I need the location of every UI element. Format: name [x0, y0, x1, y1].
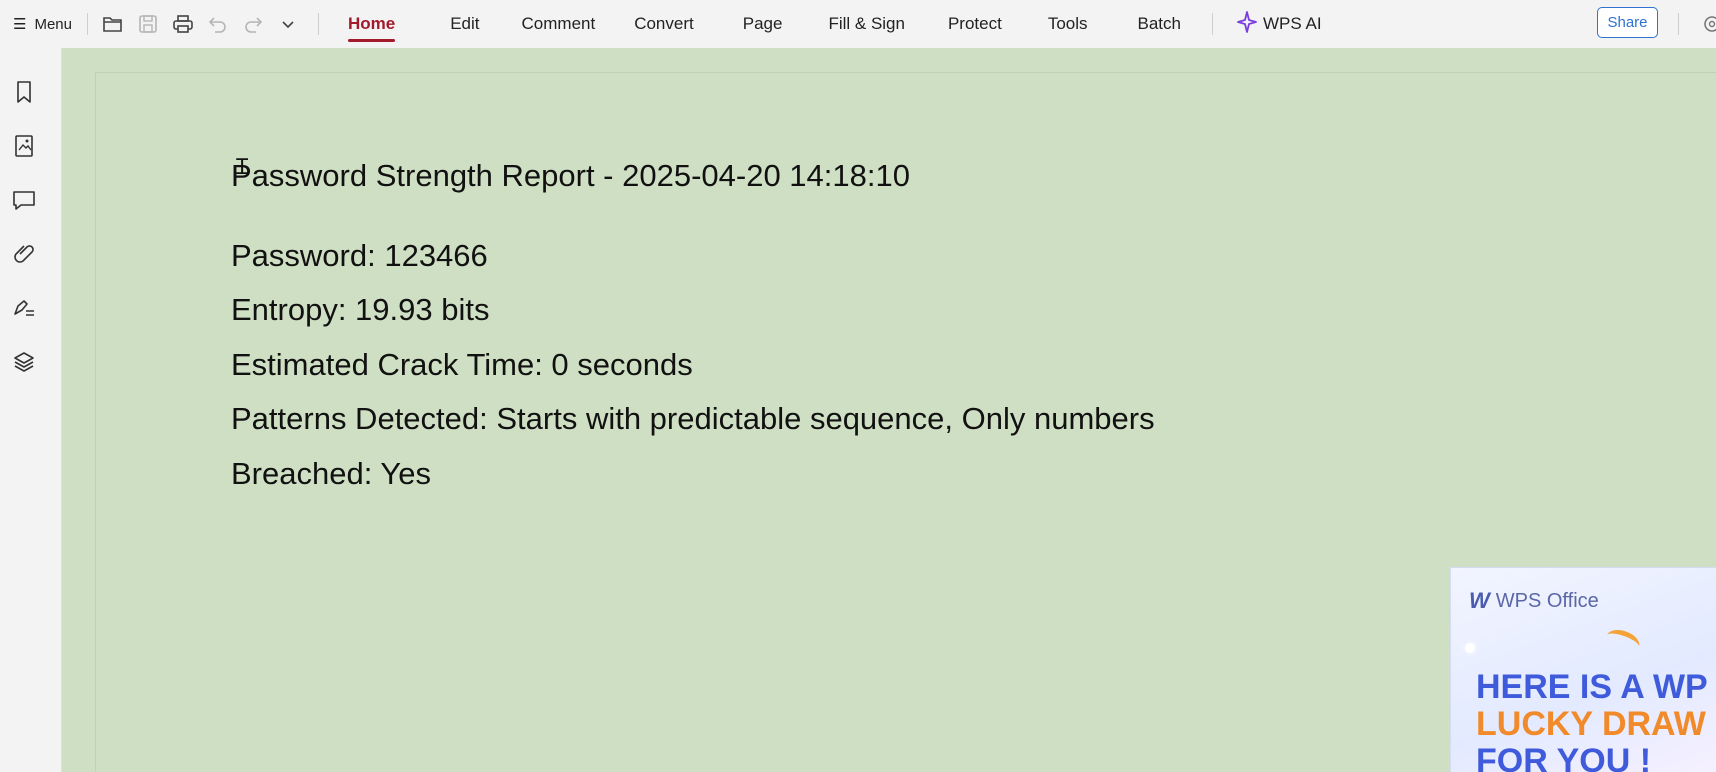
tab-edit[interactable]: Edit	[450, 0, 479, 48]
report-line-crack-time: Estimated Crack Time: 0 seconds	[231, 347, 693, 382]
open-folder-icon[interactable]	[96, 0, 131, 48]
toolbar-divider	[1678, 13, 1679, 35]
menu-button[interactable]: ☰ Menu	[0, 0, 72, 48]
attachment-icon[interactable]	[10, 240, 38, 268]
undo-icon[interactable]	[201, 0, 236, 48]
wps-office-logo: W WPS Office	[1469, 588, 1599, 614]
thumbnail-icon[interactable]	[10, 132, 38, 160]
left-sidebar	[0, 48, 62, 772]
sparkle-icon	[1237, 10, 1257, 38]
layers-icon[interactable]	[10, 348, 38, 376]
promo-line-1: HERE IS A WP	[1476, 668, 1708, 706]
report-title: Password Strength Report - 2025-04-20 14…	[231, 158, 910, 193]
report-line-password: Password: 123466	[231, 238, 488, 273]
decorative-dot	[1465, 643, 1475, 653]
promo-line-2: LUCKY DRAW	[1476, 705, 1706, 743]
menu-label: Menu	[34, 15, 72, 33]
comment-icon[interactable]	[10, 186, 38, 214]
tab-tools[interactable]: Tools	[1048, 0, 1088, 48]
wps-ai-button[interactable]: WPS AI	[1237, 10, 1322, 38]
settings-icon[interactable]	[1702, 14, 1716, 39]
wps-brand-label: WPS Office	[1495, 589, 1599, 612]
wps-logo-icon: W	[1469, 588, 1490, 613]
decorative-arc	[1603, 625, 1643, 657]
tab-convert[interactable]: Convert	[634, 0, 694, 48]
report-line-entropy: Entropy: 19.93 bits	[231, 292, 490, 327]
tab-home[interactable]: Home	[347, 0, 396, 48]
signature-icon[interactable]	[10, 294, 38, 322]
chevron-down-icon[interactable]	[271, 0, 306, 48]
top-toolbar: ☰ Menu Home Edit Comment Convert Page Fi…	[0, 0, 1716, 48]
save-icon[interactable]	[131, 0, 166, 48]
report-line-breached: Breached: Yes	[231, 456, 431, 491]
bookmark-icon[interactable]	[10, 78, 38, 106]
redo-icon[interactable]	[236, 0, 271, 48]
toolbar-divider	[86, 13, 88, 35]
tab-page[interactable]: Page	[743, 0, 783, 48]
wps-promo-popup[interactable]: W WPS Office HERE IS A WP LUCKY DRAW FOR…	[1450, 567, 1716, 772]
toolbar-divider	[1212, 13, 1213, 35]
report-line-patterns: Patterns Detected: Starts with predictab…	[231, 401, 1155, 436]
tab-fill-sign[interactable]: Fill & Sign	[828, 0, 905, 48]
tab-protect[interactable]: Protect	[948, 0, 1002, 48]
promo-line-3: FOR YOU !	[1476, 742, 1652, 772]
tab-comment[interactable]: Comment	[522, 0, 596, 48]
text-cursor-icon: Ɪ	[236, 155, 249, 180]
wps-ai-label: WPS AI	[1263, 14, 1322, 33]
tab-batch[interactable]: Batch	[1138, 0, 1181, 48]
print-icon[interactable]	[166, 0, 201, 48]
hamburger-icon: ☰	[13, 16, 27, 33]
share-button[interactable]: Share	[1597, 7, 1658, 38]
